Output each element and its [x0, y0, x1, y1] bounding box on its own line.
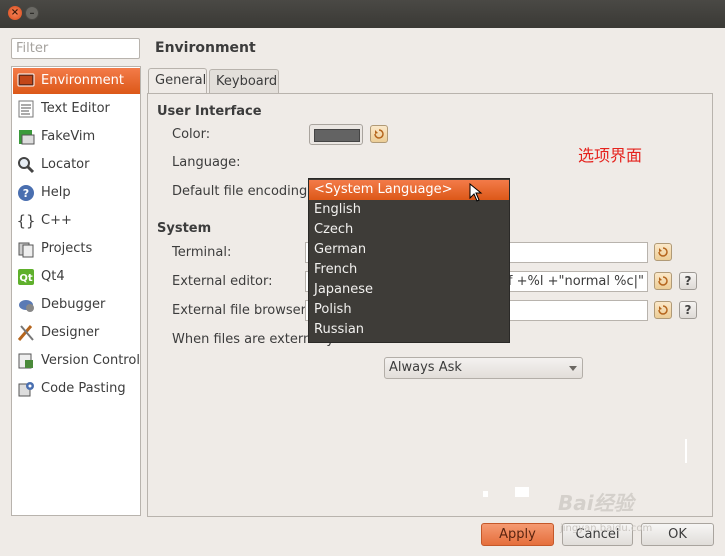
svg-text:?: ?: [23, 187, 29, 200]
apply-button[interactable]: Apply: [481, 523, 554, 546]
reset-color-button[interactable]: [370, 125, 388, 143]
watermark-logo: Bai经验: [558, 491, 634, 515]
sidebar-item-label: Text Editor: [41, 101, 110, 116]
external-editor-label: External editor:: [172, 274, 273, 289]
window-titlebar: × –: [0, 0, 725, 28]
editor-help-button[interactable]: ?: [679, 272, 697, 290]
watermark-url: jingyan.baidu.com: [560, 523, 653, 534]
modified-action-select[interactable]: Always Ask: [384, 357, 583, 379]
language-option[interactable]: Russian: [309, 320, 509, 340]
sidebar-item-label: C++: [41, 213, 72, 228]
page-title: Environment: [155, 40, 256, 56]
file-browser-label: External file browser:: [172, 303, 311, 318]
sidebar-item-version-control[interactable]: Version Control: [13, 348, 140, 374]
artifact-mark: [483, 491, 488, 497]
debugger-icon: [16, 295, 36, 315]
locator-icon: [16, 155, 36, 175]
terminal-label: Terminal:: [172, 245, 232, 260]
options-dialog: Filter Environment Text Editor FakeVim L…: [0, 28, 725, 556]
projects-icon: [16, 239, 36, 259]
artifact-mark: [515, 487, 529, 497]
help-icon: ?: [16, 183, 36, 203]
sidebar-item-qt4[interactable]: Qt Qt4: [13, 264, 140, 290]
language-label: Language:: [172, 155, 241, 170]
sidebar-item-environment[interactable]: Environment: [13, 68, 140, 94]
encoding-label: Default file encoding:: [172, 184, 312, 199]
file-browser-help-button[interactable]: ?: [679, 301, 697, 319]
color-picker-button[interactable]: [309, 124, 363, 145]
reset-icon: [374, 129, 384, 139]
svg-text:{}: {}: [16, 212, 35, 230]
sidebar-item-label: Version Control: [41, 353, 140, 368]
system-heading: System: [157, 221, 212, 236]
language-option[interactable]: Czech: [309, 220, 509, 240]
mouse-cursor-icon: [469, 183, 483, 202]
version-control-icon: [16, 351, 36, 371]
monitor-icon: [16, 71, 36, 91]
sidebar-item-designer[interactable]: Designer: [13, 320, 140, 346]
sidebar-item-label: Qt4: [41, 269, 65, 284]
filter-input[interactable]: Filter: [11, 38, 140, 59]
tab-keyboard[interactable]: Keyboard: [209, 69, 279, 93]
sidebar-item-label: Projects: [41, 241, 93, 256]
reset-icon: [658, 305, 668, 315]
reset-icon: [658, 276, 668, 286]
cpp-braces-icon: {}: [16, 211, 36, 231]
sidebar-item-projects[interactable]: Projects: [13, 236, 140, 262]
sidebar-item-locator[interactable]: Locator: [13, 152, 140, 178]
fakevim-icon: [16, 127, 36, 147]
sidebar-item-label: Code Pasting: [41, 381, 126, 396]
sidebar-item-code-pasting[interactable]: Code Pasting: [13, 376, 140, 402]
sidebar-item-text-editor[interactable]: Text Editor: [13, 96, 140, 122]
category-list: Environment Text Editor FakeVim Locator …: [11, 66, 141, 516]
sidebar-item-label: Environment: [41, 73, 125, 88]
artifact-mark: [685, 439, 687, 463]
sidebar-item-help[interactable]: ? Help: [13, 180, 140, 206]
tab-general[interactable]: General: [148, 68, 207, 94]
language-option[interactable]: Japanese: [309, 280, 509, 300]
language-option[interactable]: German: [309, 240, 509, 260]
modified-action-value: Always Ask: [389, 360, 462, 375]
svg-text:Qt: Qt: [19, 273, 33, 284]
color-swatch: [314, 129, 360, 142]
sidebar-item-label: Locator: [41, 157, 90, 172]
sidebar-item-cpp[interactable]: {} C++: [13, 208, 140, 234]
sidebar-item-fakevim[interactable]: FakeVim: [13, 124, 140, 150]
language-option[interactable]: English: [309, 200, 509, 220]
sidebar-item-debugger[interactable]: Debugger: [13, 292, 140, 318]
sidebar-item-label: FakeVim: [41, 129, 96, 144]
code-pasting-icon: [16, 379, 36, 399]
reset-terminal-button[interactable]: [654, 243, 672, 261]
reset-file-browser-button[interactable]: [654, 301, 672, 319]
minimize-window-button[interactable]: –: [25, 6, 39, 20]
close-window-button[interactable]: ×: [8, 6, 22, 20]
sidebar-item-label: Help: [41, 185, 71, 200]
text-editor-icon: [16, 99, 36, 119]
sidebar-item-label: Debugger: [41, 297, 106, 312]
language-option[interactable]: Polish: [309, 300, 509, 320]
chevron-down-icon: [569, 366, 577, 371]
sidebar-item-label: Designer: [41, 325, 100, 340]
language-option[interactable]: French: [309, 260, 509, 280]
designer-icon: [16, 323, 36, 343]
color-label: Color:: [172, 127, 211, 142]
qt-icon: Qt: [16, 267, 36, 287]
annotation-text: 选项界面: [578, 146, 643, 165]
reset-editor-button[interactable]: [654, 272, 672, 290]
user-interface-heading: User Interface: [157, 104, 262, 119]
reset-icon: [658, 247, 668, 257]
